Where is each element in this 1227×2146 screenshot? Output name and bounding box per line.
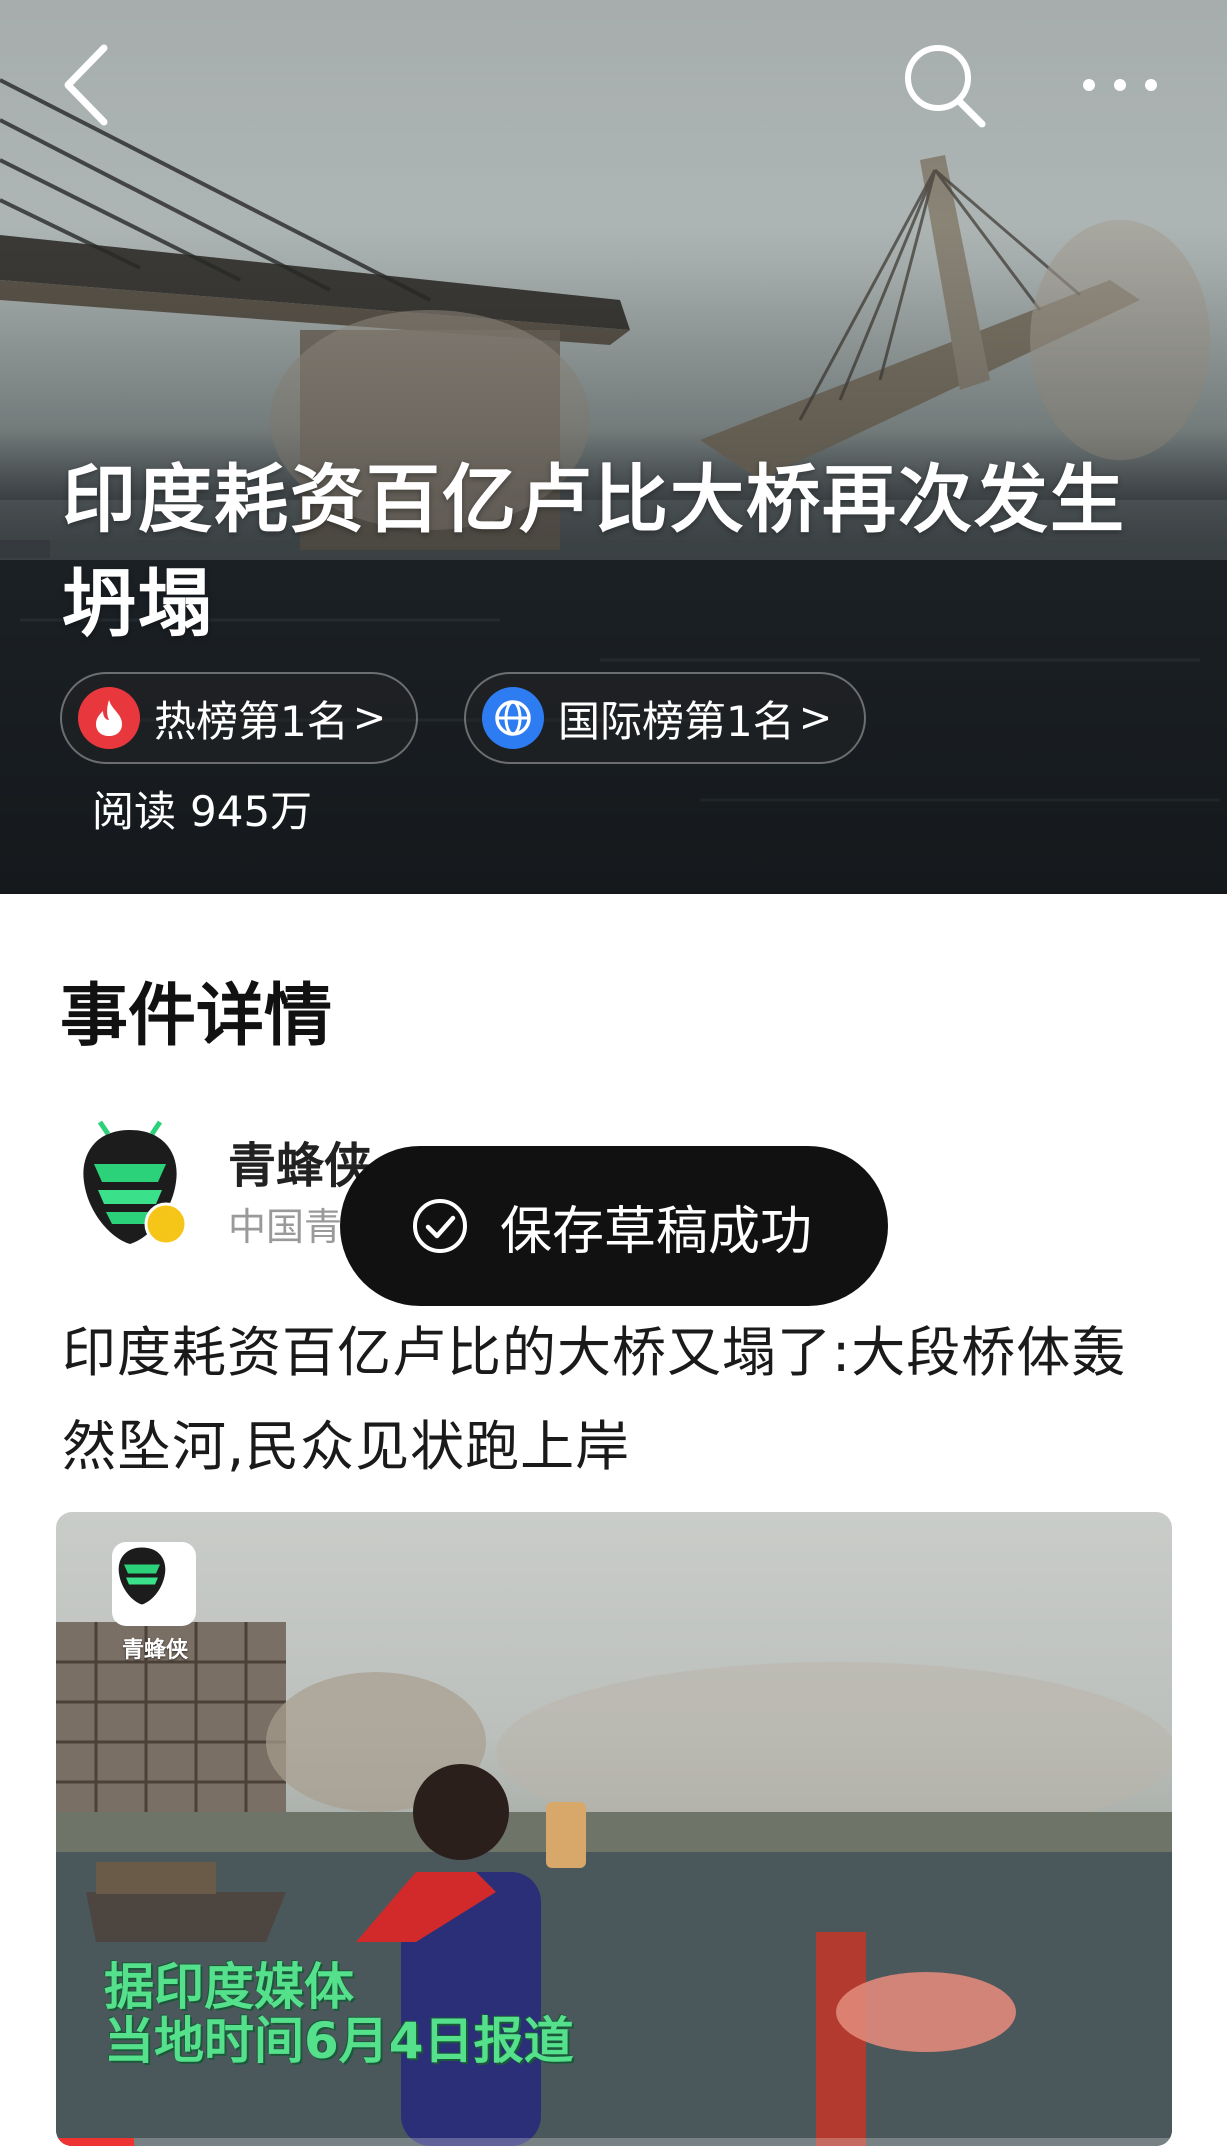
globe-icon <box>482 687 544 749</box>
hot-rank-label: 热榜第1名 <box>154 696 349 746</box>
caption-line-1: 据印度媒体 <box>104 1958 354 2016</box>
international-rank-badge[interactable]: 国际榜第1名 > <box>464 672 866 764</box>
chevron-right-icon: > <box>352 695 387 741</box>
more-options-button[interactable] <box>1075 55 1165 115</box>
more-horizontal-icon <box>1083 79 1157 91</box>
author-avatar[interactable] <box>70 1120 190 1250</box>
toast-message: 保存草稿成功 <box>500 1201 813 1262</box>
hot-rank-badge[interactable]: 热榜第1名 > <box>60 672 418 764</box>
video-progress-bar[interactable] <box>56 2138 1172 2146</box>
caption-line-2: 当地时间6月4日报道 <box>104 2012 574 2070</box>
read-count-value: 945万 <box>190 787 313 836</box>
video-player[interactable]: 青蜂侠 据印度媒体 当地时间6月4日报道 <box>56 1512 1172 2146</box>
watermark-logo <box>112 1542 196 1626</box>
check-circle-icon <box>413 1199 467 1253</box>
top-navigation-bar <box>0 0 1227 170</box>
fire-icon <box>78 687 140 749</box>
read-label: 阅读 <box>92 787 177 836</box>
topic-title: 印度耗资百亿卢比大桥再次发生坍塌 <box>62 457 1126 647</box>
hornet-mascot-avatar <box>83 1120 188 1246</box>
watermark-text: 青蜂侠 <box>122 1638 189 1663</box>
post-text[interactable]: 印度耗资百亿卢比的大桥又塌了:大段桥体轰然坠河,民众见状跑上岸 <box>62 1306 1172 1494</box>
read-count: 阅读 945万 <box>92 778 326 839</box>
search-icon <box>905 45 986 128</box>
international-rank-label: 国际榜第1名 <box>558 696 795 746</box>
event-details-heading: 事件详情 <box>60 977 333 1056</box>
hero-banner: 印度耗资百亿卢比大桥再次发生坍塌 热榜第1名 > 国际榜第1名 > 阅读 945万 <box>0 0 1227 894</box>
search-button[interactable] <box>900 40 990 130</box>
save-draft-toast: 保存草稿成功 <box>340 1146 888 1306</box>
video-caption: 据印度媒体 当地时间6月4日报道 <box>104 1960 574 2068</box>
video-progress-fill <box>56 2138 135 2146</box>
chevron-left-icon <box>64 44 108 126</box>
hornet-mascot-icon <box>118 1547 166 1605</box>
back-button[interactable] <box>58 40 128 130</box>
chevron-right-icon: > <box>798 695 833 741</box>
